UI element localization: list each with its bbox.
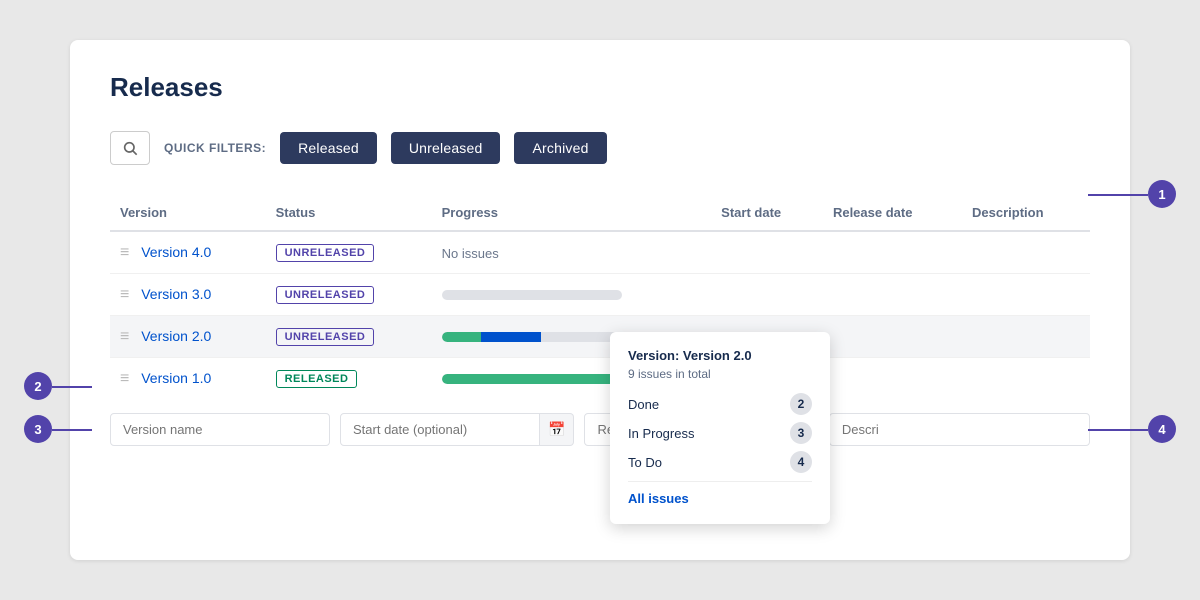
- status-badge: UNRELEASED: [276, 286, 375, 304]
- progress-cell: No issues: [432, 231, 712, 274]
- progress-inprogress: [481, 332, 540, 342]
- filter-btn-archived[interactable]: Archived: [514, 132, 606, 164]
- release-date-cell: [823, 316, 962, 358]
- table-row: ≡ Version 2.0 UNRELEASED: [110, 316, 1090, 358]
- tooltip-count-done: 2: [790, 393, 812, 415]
- filter-bar: QUICK FILTERS: Released Unreleased Archi…: [110, 131, 1090, 165]
- col-release-date: Release date: [823, 197, 962, 231]
- drag-handle-icon[interactable]: ≡: [120, 244, 129, 261]
- tooltip-label-inprogress: In Progress: [628, 426, 694, 441]
- quick-filters-label: QUICK FILTERS:: [164, 141, 266, 155]
- progress-done: [442, 374, 622, 384]
- version-cell: ≡ Version 2.0: [110, 316, 266, 358]
- progress-cell: [432, 274, 712, 316]
- progress-bar-fill: [442, 290, 622, 300]
- col-status: Status: [266, 197, 432, 231]
- filter-btn-unreleased[interactable]: Unreleased: [391, 132, 501, 164]
- tooltip-row-done: Done 2: [628, 393, 812, 415]
- version-link[interactable]: Version 1.0: [141, 370, 211, 386]
- status-badge: UNRELEASED: [276, 244, 375, 262]
- start-date-cell: [711, 231, 823, 274]
- status-badge: UNRELEASED: [276, 328, 375, 346]
- status-cell: UNRELEASED: [266, 316, 432, 358]
- table-row: ≡ Version 3.0 UNRELEASED: [110, 274, 1090, 316]
- page-title: Releases: [110, 72, 1090, 103]
- tooltip-divider: [628, 481, 812, 482]
- col-progress: Progress: [432, 197, 712, 231]
- annotation-3: 3: [24, 415, 52, 443]
- annotation-1: 1: [1148, 180, 1176, 208]
- tooltip-subtitle: 9 issues in total: [628, 367, 812, 381]
- progress-done: [442, 332, 482, 342]
- filter-btn-released[interactable]: Released: [280, 132, 377, 164]
- annotation-2: 2: [24, 372, 52, 400]
- start-date-cell: [711, 274, 823, 316]
- tooltip-row-inprogress: In Progress 3: [628, 422, 812, 444]
- annotation-line-3: [52, 429, 92, 431]
- col-start-date: Start date: [711, 197, 823, 231]
- add-row: 📅 📅: [110, 413, 1090, 446]
- version-cell: ≡ Version 1.0: [110, 358, 266, 400]
- col-version: Version: [110, 197, 266, 231]
- annotation-line-2: [52, 386, 92, 388]
- status-cell: UNRELEASED: [266, 274, 432, 316]
- tooltip-row-todo: To Do 4: [628, 451, 812, 473]
- drag-handle-icon[interactable]: ≡: [120, 286, 129, 303]
- description-cell: [962, 231, 1090, 274]
- releases-table: Version Status Progress Start date Relea…: [110, 197, 1090, 399]
- tooltip-label-done: Done: [628, 397, 659, 412]
- status-badge: RELEASED: [276, 370, 358, 388]
- no-issues-text: No issues: [442, 246, 499, 261]
- version-cell: ≡ Version 4.0: [110, 231, 266, 274]
- drag-handle-icon[interactable]: ≡: [120, 370, 129, 387]
- tooltip-label-todo: To Do: [628, 455, 662, 470]
- status-cell: RELEASED: [266, 358, 432, 400]
- version-link[interactable]: Version 3.0: [141, 286, 211, 302]
- table-header-row: Version Status Progress Start date Relea…: [110, 197, 1090, 231]
- annotation-line-4: [1088, 429, 1148, 431]
- version-name-input[interactable]: [110, 413, 330, 446]
- tooltip-count-todo: 4: [790, 451, 812, 473]
- description-cell: [962, 316, 1090, 358]
- start-date-input[interactable]: [340, 413, 540, 446]
- description-input[interactable]: [829, 413, 1090, 446]
- version-link[interactable]: Version 4.0: [141, 244, 211, 260]
- progress-bar-fill: [442, 332, 622, 342]
- tooltip-all-issues-link[interactable]: All issues: [628, 491, 689, 506]
- start-date-wrap: 📅: [340, 413, 574, 446]
- tooltip-title: Version: Version 2.0: [628, 348, 812, 363]
- release-date-cell: [823, 358, 962, 400]
- release-date-cell: [823, 231, 962, 274]
- progress-bar: [442, 290, 622, 300]
- description-cell: [962, 358, 1090, 400]
- table-row: ≡ Version 4.0 UNRELEASED No issues: [110, 231, 1090, 274]
- start-date-calendar-btn[interactable]: 📅: [540, 413, 574, 446]
- annotation-4: 4: [1148, 415, 1176, 443]
- drag-handle-icon[interactable]: ≡: [120, 328, 129, 345]
- progress-bar-fill: [442, 374, 622, 384]
- col-description: Description: [962, 197, 1090, 231]
- progress-bar: [442, 332, 622, 342]
- tooltip-count-inprogress: 3: [790, 422, 812, 444]
- description-cell: [962, 274, 1090, 316]
- tooltip-popup: Version: Version 2.0 9 issues in total D…: [610, 332, 830, 524]
- progress-bar: [442, 374, 622, 384]
- search-box[interactable]: [110, 131, 150, 165]
- version-cell: ≡ Version 3.0: [110, 274, 266, 316]
- release-date-cell: [823, 274, 962, 316]
- search-icon: [122, 140, 138, 156]
- version-link[interactable]: Version 2.0: [141, 328, 211, 344]
- status-cell: UNRELEASED: [266, 231, 432, 274]
- annotation-line-1: [1088, 194, 1148, 196]
- releases-card: 1 2 3 4 Releases QUICK FILTERS: Released…: [70, 40, 1130, 560]
- table-row: ≡ Version 1.0 RELEASED: [110, 358, 1090, 400]
